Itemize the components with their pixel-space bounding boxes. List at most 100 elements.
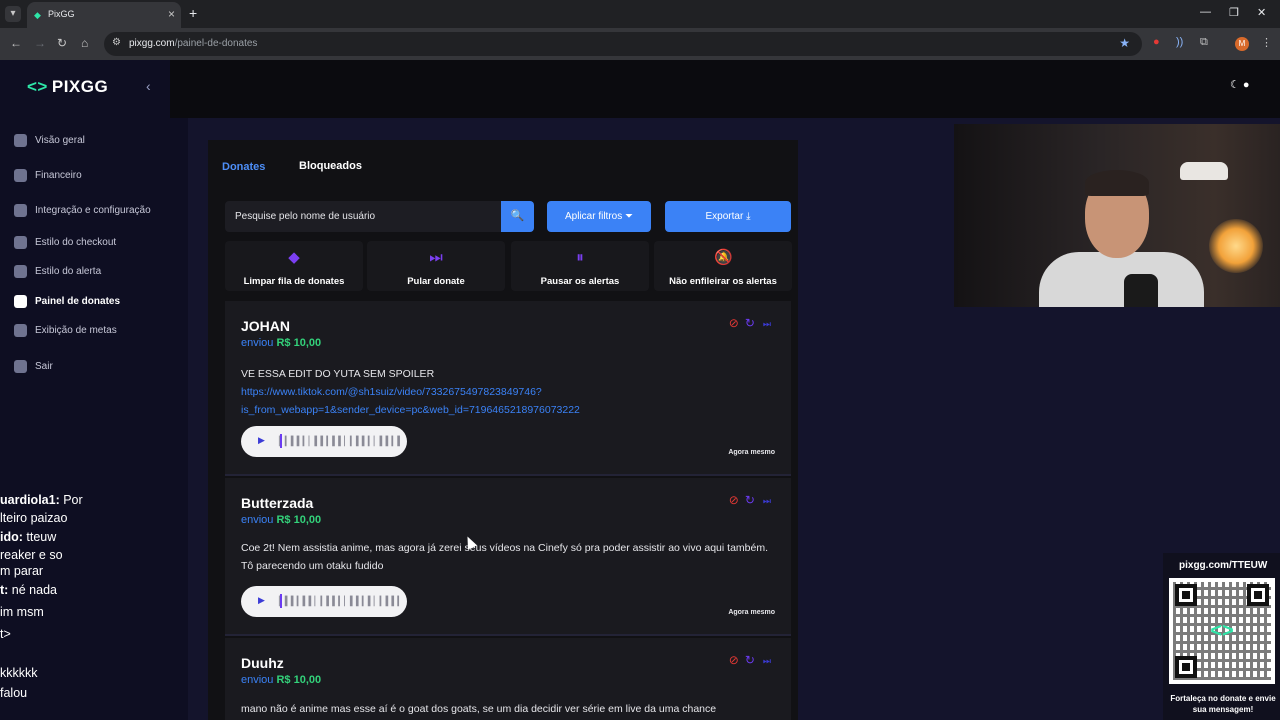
donation-sent: enviou R$ 10,00 [241, 674, 321, 686]
sidebar-item-visao-geral[interactable]: Visão geral [14, 134, 85, 147]
chat-line: falou [0, 686, 27, 700]
chat-line: t> [0, 627, 11, 641]
sidebar-item-sair[interactable]: Sair [14, 360, 53, 373]
home-icon[interactable]: ⌂ [81, 36, 88, 50]
url-path: /painel-de-donates [174, 38, 258, 49]
close-tab-icon[interactable]: × [168, 7, 175, 21]
sidebar-item-estilo-alerta[interactable]: Estilo do alerta [14, 265, 101, 278]
webcam-person-hair [1085, 170, 1149, 196]
donation-amount: R$ 10,00 [276, 337, 322, 349]
skip-donate-button[interactable]: ⏭ Pular donate [367, 241, 505, 291]
sent-label: enviou [241, 337, 274, 349]
skip-icon[interactable]: ⏭ [763, 656, 771, 666]
sidebar: <> PIXGG ‹ [0, 60, 188, 720]
chat-text: reaker e so [0, 548, 63, 562]
action-label: Pular donate [407, 276, 465, 287]
donation-time: Agora mesmo [728, 609, 775, 616]
sent-label: enviou [241, 674, 274, 686]
sidebar-item-exibicao-metas[interactable]: Exibição de metas [14, 324, 117, 337]
donation-card: Duuhz enviou R$ 10,00 ⊘ ↻ ⏭ mano não é ani… [225, 638, 791, 720]
extension-record-icon[interactable]: ● [1153, 36, 1160, 48]
block-icon[interactable]: ⊘ [729, 316, 739, 330]
sidebar-item-financeiro[interactable]: Financeiro [14, 169, 82, 182]
restore-icon[interactable]: ❐ [1229, 6, 1239, 19]
clear-queue-button[interactable]: ◆ Limpar fila de donates [225, 241, 363, 291]
pixgg-logo[interactable]: <> PIXGG [27, 77, 108, 97]
play-icon[interactable]: ▶ [258, 435, 265, 446]
sidebar-item-painel-donates[interactable]: Painel de donates [14, 295, 120, 308]
donation-message: Coe 2t! Nem assistia anime, mas agora já… [241, 542, 768, 572]
skip-icon[interactable]: ⏭ [763, 319, 771, 329]
chat-text: kkkkkk [0, 666, 38, 680]
extensions-puzzle-icon[interactable]: ⧉ [1200, 36, 1208, 49]
settings-list-icon [14, 204, 27, 217]
logo-text: PIXGG [51, 77, 109, 96]
waveform-icon: ▏▎▍▍▎▏▍▍▎▍▍▏▎▍▍▎▏▍▍▎▍ [279, 436, 404, 446]
sidebar-item-label: Estilo do alerta [35, 266, 102, 277]
apply-filters-button[interactable]: Aplicar filtros ⏷ [547, 201, 651, 232]
window-close-icon[interactable]: ✕ [1257, 6, 1266, 19]
browser-tab[interactable]: ◆ PixGG × [27, 2, 181, 28]
replay-icon[interactable]: ↻ [745, 316, 755, 330]
card-actions: ⊘ ↻ ⏭ [729, 653, 771, 667]
reload-icon[interactable]: ↻ [57, 36, 67, 50]
sidebar-item-integracao[interactable]: Integração e configuração [14, 204, 151, 217]
chat-line: lteiro paizao [0, 511, 67, 525]
top-bar [170, 60, 1280, 118]
download-icon: ⤓ [746, 211, 751, 222]
browser-toolbar: ← → ↻ ⌂ ⚙ pixgg.com/painel-de-donates ★ … [0, 28, 1280, 60]
audio-player[interactable]: ▶ ▏▍▍▎▍▍▏▎▍▍▎▏▍▍▎▍▏▎▍▍▎ [241, 586, 407, 617]
donation-card: Butterzada enviou R$ 10,00 ⊘ ↻ ⏭ Coe 2t! N… [225, 478, 791, 636]
browser-menu-icon[interactable]: ⋮ [1261, 36, 1272, 49]
sidebar-item-estilo-checkout[interactable]: Estilo do checkout [14, 236, 116, 249]
search-icon: 🔍 [510, 210, 525, 222]
skip-icon[interactable]: ⏭ [763, 496, 771, 506]
qr-url: pixgg.com/TTEUW [1179, 560, 1268, 571]
search-input[interactable]: Pesquise pelo nome de usuário [225, 201, 501, 232]
chat-text: im msm [0, 605, 44, 619]
action-label: Não enfileirar os alertas [669, 276, 777, 287]
profile-avatar[interactable]: M [1235, 37, 1249, 51]
back-icon[interactable]: ← [10, 36, 22, 50]
site-info-icon[interactable]: ⚙ [112, 37, 121, 48]
sidebar-item-label: Sair [35, 361, 53, 372]
donation-amount: R$ 10,00 [276, 674, 322, 686]
collapse-sidebar-icon[interactable]: ‹ [146, 78, 151, 94]
chat-text: lteiro paizao [0, 511, 68, 525]
replay-icon[interactable]: ↻ [745, 493, 755, 507]
wallet-icon [14, 169, 27, 182]
export-button[interactable]: Exportar ⤓ [665, 201, 791, 232]
tab-bloqueados[interactable]: Bloqueados [299, 160, 362, 172]
search-button[interactable]: 🔍 [501, 201, 534, 232]
bookmark-star-icon[interactable]: ★ [1119, 36, 1130, 50]
qr-logo-icon: <> [1210, 620, 1234, 642]
address-bar[interactable]: ⚙ pixgg.com/painel-de-donates ★ [104, 32, 1142, 56]
card-actions: ⊘ ↻ ⏭ [729, 316, 771, 330]
forward-icon[interactable]: → [34, 36, 46, 50]
star-icon [14, 324, 27, 337]
action-label: Limpar fila de donates [243, 276, 345, 287]
block-icon[interactable]: ⊘ [729, 653, 739, 667]
theme-toggle-moon-icon[interactable]: ☾ ● [1230, 78, 1258, 92]
tab-donates[interactable]: Donates [222, 161, 265, 173]
url-host: pixgg.com [129, 38, 175, 49]
replay-icon[interactable]: ↻ [745, 653, 755, 667]
webcam-shelf-car [1180, 162, 1228, 180]
new-tab-icon[interactable]: + [189, 5, 197, 21]
tab-title: PixGG [48, 9, 75, 19]
tab-search-icon[interactable]: ▾ [5, 6, 21, 22]
play-icon[interactable]: ▶ [258, 595, 265, 606]
message-link[interactable]: https://www.tiktok.com/@sh1suiz/video/73… [241, 386, 580, 416]
donor-name: JOHAN [241, 318, 291, 334]
chat-line: kkkkkk [0, 666, 38, 680]
minimize-icon[interactable]: — [1200, 6, 1211, 18]
extension-audio-icon[interactable]: )) [1176, 36, 1183, 48]
block-icon[interactable]: ⊘ [729, 493, 739, 507]
audio-player[interactable]: ▶ ▏▎▍▍▎▏▍▍▎▍▍▏▎▍▍▎▏▍▍▎▍ [241, 426, 407, 457]
palette-icon [14, 236, 27, 249]
chat-text: tteuw [22, 530, 57, 544]
browser-tab-strip: ▾ ◆ PixGG × + — ❐ ✕ [0, 0, 1280, 28]
no-queue-alerts-button[interactable]: 🔕 Não enfileirar os alertas [654, 241, 792, 291]
qr-finder [1175, 584, 1197, 606]
pause-alerts-button[interactable]: ⏸ Pausar os alertas [511, 241, 649, 291]
